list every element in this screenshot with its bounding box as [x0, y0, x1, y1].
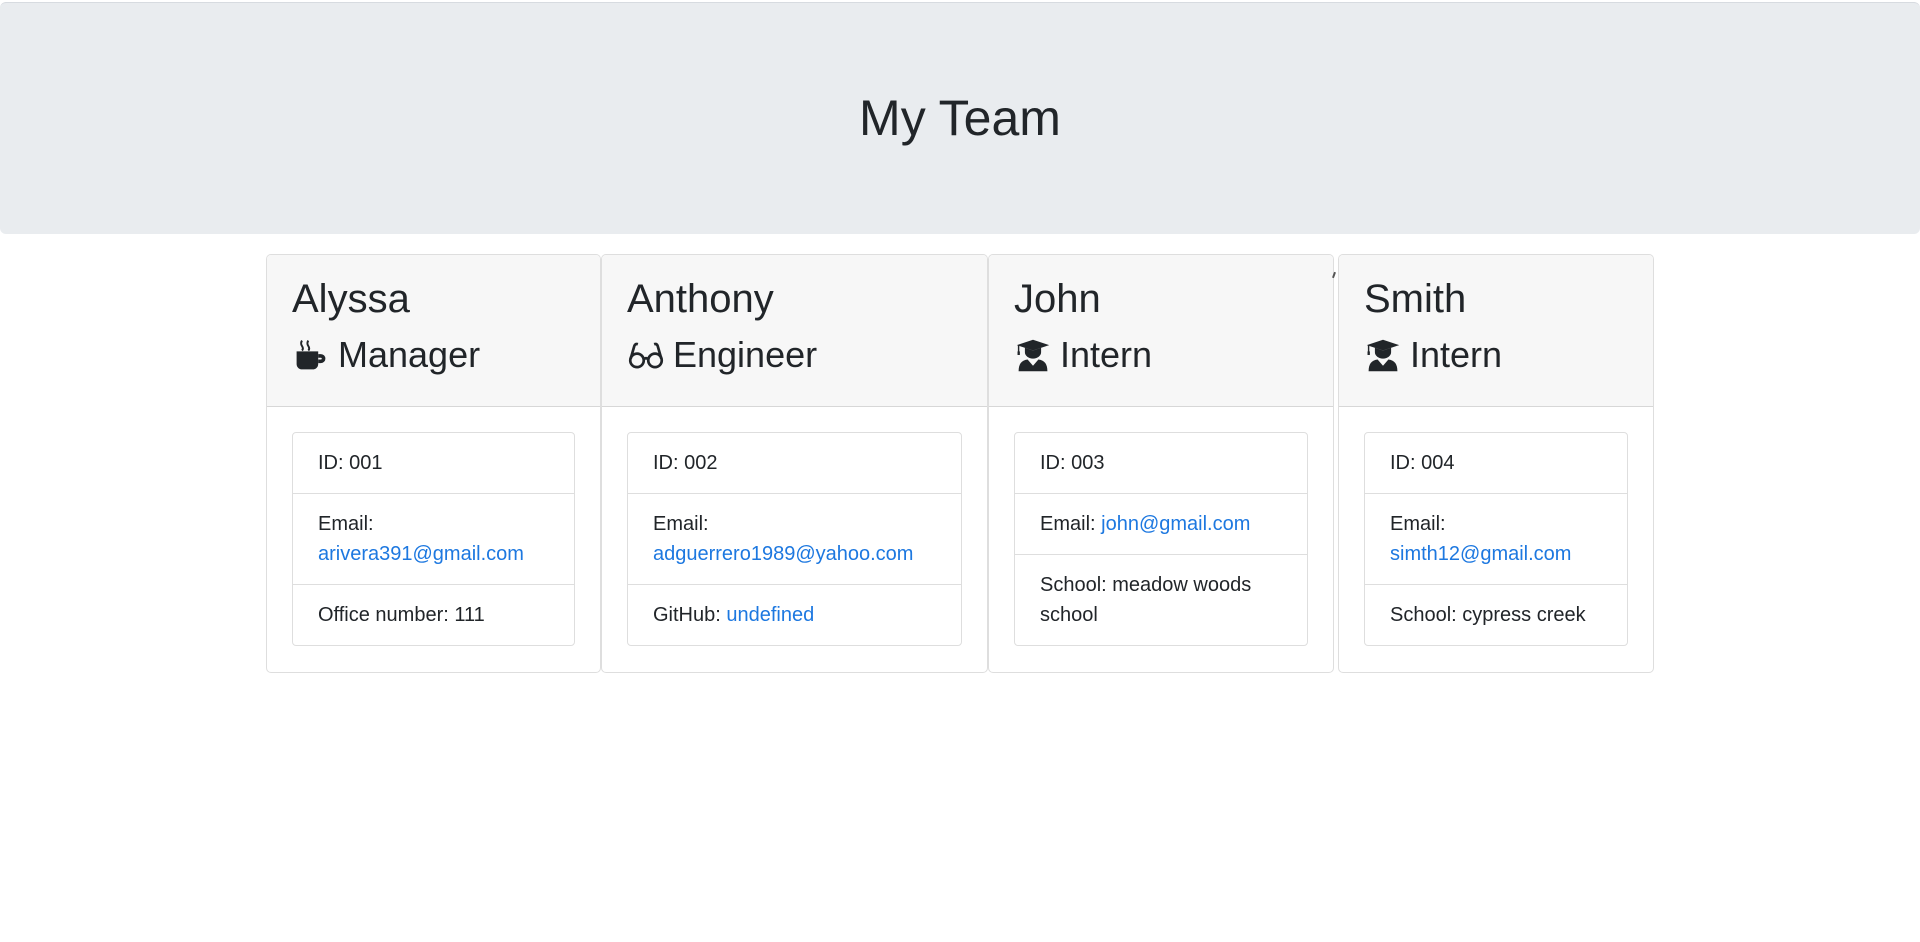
info-list: ID: 003 Email: john@gmail.com School: me… [1014, 432, 1308, 646]
card-header: Smith Intern [1339, 255, 1653, 407]
employee-role: Manager [292, 333, 575, 376]
role-label: Intern [1410, 334, 1503, 375]
email-link[interactable]: arivera391@gmail.com [318, 543, 524, 565]
employee-card-alyssa: Alyssa Manager ID: 001 Email: arivera391… [266, 254, 601, 673]
stray-mark [1332, 271, 1336, 279]
office-item: Office number: 111 [318, 604, 485, 626]
github-item: GitHub: undefined [628, 585, 961, 645]
graduate-icon [1364, 336, 1402, 374]
card-header: John Intern [989, 255, 1333, 407]
role-label: Intern [1060, 334, 1153, 375]
email-item: Email: adguerrero1989@yahoo.com [628, 494, 961, 585]
role-label: Engineer [673, 334, 818, 375]
email-link[interactable]: adguerrero1989@yahoo.com [653, 543, 913, 565]
page-title: My Team [859, 89, 1061, 146]
email-label: Email: [1390, 513, 1446, 535]
page-header: My Team [0, 2, 1920, 234]
employee-card-john: John Intern ID: 003 Email: john@gmail.co… [988, 254, 1334, 673]
employee-name: Smith [1364, 277, 1467, 321]
employee-role: Intern [1364, 333, 1628, 376]
employee-role: Engineer [627, 333, 962, 376]
email-item: Email: simth12@gmail.com [1365, 494, 1627, 585]
github-label: GitHub: [653, 604, 721, 626]
school-item: School: meadow woods school [1040, 574, 1252, 626]
card-body: ID: 004 Email: simth12@gmail.com School:… [1339, 407, 1653, 671]
email-label: Email: [653, 513, 709, 535]
email-item: Email: john@gmail.com [1015, 494, 1307, 555]
github-link[interactable]: undefined [726, 604, 814, 626]
email-label: Email: [1040, 513, 1096, 535]
employee-card-smith: Smith Intern ID: 004 Email: simth12@gmai… [1338, 254, 1654, 673]
email-label: Email: [318, 513, 374, 535]
employee-card-anthony: Anthony Engineer ID: 002 Email: adguerre… [601, 254, 988, 673]
card-body: ID: 002 Email: adguerrero1989@yahoo.com … [602, 407, 987, 671]
id-item: ID: 002 [628, 433, 961, 494]
card-body: ID: 001 Email: arivera391@gmail.com Offi… [267, 407, 600, 671]
card-body: ID: 003 Email: john@gmail.com School: me… [989, 407, 1333, 671]
card-header: Alyssa Manager [267, 255, 600, 407]
email-link[interactable]: john@gmail.com [1101, 513, 1250, 535]
email-link[interactable]: simth12@gmail.com [1390, 543, 1571, 565]
employee-name: John [1014, 277, 1101, 321]
email-item: Email: arivera391@gmail.com [293, 494, 574, 585]
info-list: ID: 001 Email: arivera391@gmail.com Offi… [292, 432, 575, 646]
school-item: School: cypress creek [1390, 604, 1586, 626]
id-item: ID: 004 [1365, 433, 1627, 494]
id-item: ID: 003 [1015, 433, 1307, 494]
graduate-icon [1014, 336, 1052, 374]
employee-role: Intern [1014, 333, 1308, 376]
id-item: ID: 001 [293, 433, 574, 494]
info-list: ID: 002 Email: adguerrero1989@yahoo.com … [627, 432, 962, 646]
info-list: ID: 004 Email: simth12@gmail.com School:… [1364, 432, 1628, 646]
employee-name: Anthony [627, 277, 774, 321]
card-header: Anthony Engineer [602, 255, 987, 407]
glasses-icon [627, 336, 665, 374]
coffee-icon [292, 336, 330, 374]
employee-name: Alyssa [292, 277, 410, 321]
role-label: Manager [338, 334, 481, 375]
